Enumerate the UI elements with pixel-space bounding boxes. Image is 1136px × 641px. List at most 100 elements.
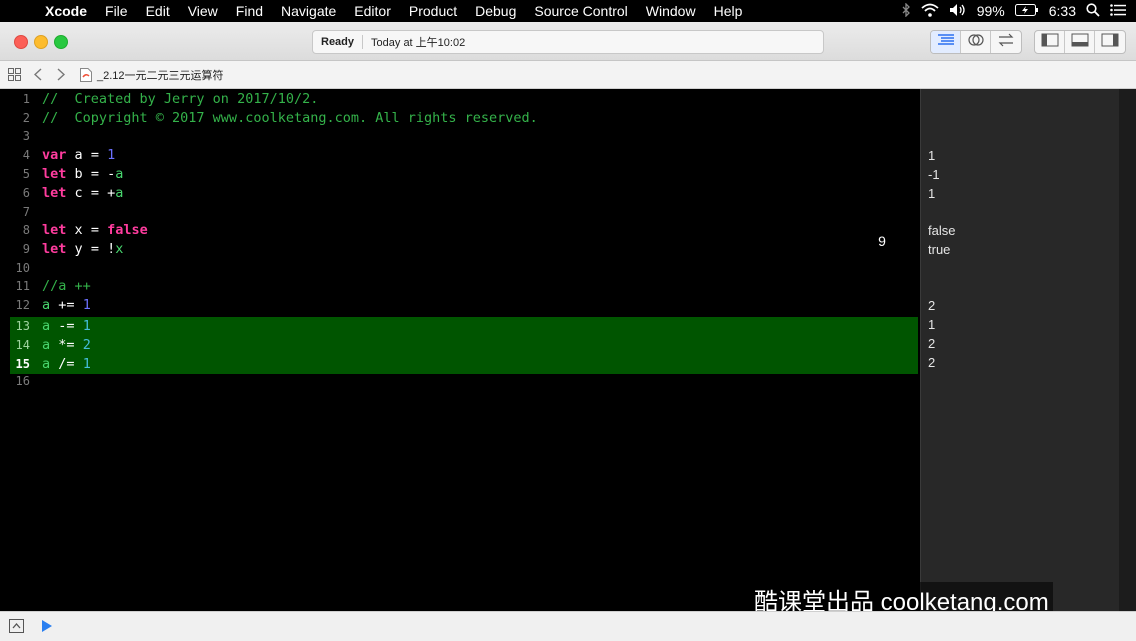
line-number[interactable]: 1 <box>0 90 30 109</box>
code-line: 10 <box>0 259 920 278</box>
results-sidebar: 1 -1 1 false true 2 1 2 2 <box>920 89 1136 611</box>
code-line: 5 let b = -a <box>0 165 920 184</box>
menu-product[interactable]: Product <box>400 3 466 19</box>
zoom-window-button[interactable] <box>54 35 68 49</box>
toggle-debug-area-button[interactable] <box>1065 31 1095 53</box>
menu-navigate[interactable]: Navigate <box>272 3 345 19</box>
related-items-icon[interactable] <box>8 61 21 88</box>
line-number[interactable]: 2 <box>0 109 30 128</box>
line-number[interactable]: 4 <box>0 146 30 165</box>
result-row: 2 <box>928 353 1132 372</box>
code-text[interactable]: let c = +a <box>42 184 123 203</box>
editor-mode-group <box>930 30 1022 54</box>
result-row: false <box>928 221 1132 240</box>
result-row: -1 <box>928 165 1132 184</box>
code-text[interactable]: let x = false <box>42 221 148 240</box>
code-text[interactable]: // Created by Jerry on 2017/10/2. <box>42 90 318 109</box>
line-number[interactable]: 14 <box>0 336 30 355</box>
line-number[interactable]: 6 <box>0 184 30 203</box>
result-value: 1 <box>928 317 936 332</box>
code-text[interactable]: // Copyright © 2017 www.coolketang.com. … <box>42 109 538 128</box>
back-chevron-icon[interactable] <box>34 61 42 88</box>
clock[interactable]: 6:33 <box>1049 3 1076 19</box>
code-text[interactable]: a -= 1 <box>42 317 91 336</box>
spotlight-search-icon[interactable] <box>1086 2 1100 20</box>
line-number[interactable]: 13 <box>0 317 30 336</box>
result-row: 2 <box>928 334 1132 353</box>
line-number[interactable]: 9 <box>0 240 30 259</box>
code-line-highlighted: 14 a *= 2 <box>10 336 918 355</box>
code-line: 4 var a = 1 <box>0 146 920 165</box>
menu-file[interactable]: File <box>96 3 137 19</box>
result-value: -1 <box>928 167 940 182</box>
toggle-navigator-button[interactable] <box>1035 31 1065 53</box>
menu-xcode[interactable]: Xcode <box>36 3 96 19</box>
code-line: 6 let c = +a <box>0 184 920 203</box>
forward-chevron-icon[interactable] <box>57 61 65 88</box>
menu-help[interactable]: Help <box>705 3 752 19</box>
code-text[interactable]: let y = !x <box>42 240 123 259</box>
code-line: 16 <box>0 372 920 391</box>
wifi-icon[interactable] <box>921 3 939 20</box>
code-text[interactable]: a += 1 <box>42 296 91 315</box>
close-window-button[interactable] <box>14 35 28 49</box>
notification-center-icon[interactable] <box>1110 3 1126 19</box>
playground-file-icon <box>80 61 92 88</box>
result-value: 1 <box>928 148 936 163</box>
result-row: 1 <box>928 315 1132 334</box>
window-toolbar: Ready Today at 上午10:02 <box>0 22 1136 61</box>
battery-icon[interactable] <box>1014 3 1039 19</box>
menu-source-control[interactable]: Source Control <box>525 3 636 19</box>
code-line: 2 // Copyright © 2017 www.coolketang.com… <box>0 109 920 128</box>
menu-window[interactable]: Window <box>637 3 705 19</box>
panel-toggle-group <box>1034 30 1126 54</box>
code-text[interactable]: a *= 2 <box>42 336 91 355</box>
jump-bar: _2.12一元二元三元运算符 <box>0 61 1136 89</box>
breadcrumb-filename[interactable]: _2.12一元二元三元运算符 <box>97 61 224 88</box>
menu-editor[interactable]: Editor <box>345 3 400 19</box>
execution-count-badge[interactable]: 9 <box>868 227 896 255</box>
version-editor-icon <box>997 33 1015 52</box>
hide-debug-area-icon[interactable] <box>9 619 24 638</box>
menu-edit[interactable]: Edit <box>137 3 179 19</box>
activity-status-bar: Ready Today at 上午10:02 <box>312 30 824 54</box>
result-value: 2 <box>928 355 936 370</box>
menu-debug[interactable]: Debug <box>466 3 525 19</box>
line-number[interactable]: 8 <box>0 221 30 240</box>
code-line: 9 let y = !x <box>0 240 920 259</box>
volume-icon[interactable] <box>949 3 967 20</box>
toggle-utilities-button[interactable] <box>1095 31 1125 53</box>
result-row: 1 <box>928 184 1132 203</box>
result-value: 2 <box>928 298 936 313</box>
vertical-scrollbar[interactable] <box>1119 89 1136 611</box>
bluetooth-icon[interactable] <box>901 1 911 20</box>
status-text: Ready <box>321 36 355 48</box>
code-text[interactable]: var a = 1 <box>42 146 115 165</box>
code-line: 12 a += 1 <box>0 296 920 315</box>
code-line: 11 //a ++ <box>0 277 920 296</box>
result-value: 2 <box>928 336 936 351</box>
line-number[interactable]: 5 <box>0 165 30 184</box>
standard-editor-button[interactable] <box>931 31 961 53</box>
code-line: 7 <box>0 203 920 222</box>
menu-view[interactable]: View <box>179 3 227 19</box>
line-number[interactable]: 16 <box>0 372 30 391</box>
debug-area-panel-icon <box>1071 33 1089 52</box>
minimize-window-button[interactable] <box>34 35 48 49</box>
result-value: true <box>928 242 951 257</box>
line-number[interactable]: 3 <box>0 127 30 146</box>
line-number[interactable]: 11 <box>0 277 30 296</box>
result-value: false <box>928 223 956 238</box>
menu-find[interactable]: Find <box>227 3 272 19</box>
code-text[interactable]: let b = -a <box>42 165 123 184</box>
battery-percent: 99% <box>976 3 1005 19</box>
source-editor[interactable]: 1 // Created by Jerry on 2017/10/2. 2 //… <box>0 89 920 611</box>
code-line: 3 <box>0 127 920 146</box>
code-text[interactable]: //a ++ <box>42 277 91 296</box>
line-number[interactable]: 12 <box>0 296 30 315</box>
line-number[interactable]: 10 <box>0 259 30 278</box>
assistant-editor-button[interactable] <box>961 31 991 53</box>
version-editor-button[interactable] <box>991 31 1021 53</box>
line-number[interactable]: 7 <box>0 203 30 222</box>
run-playground-icon[interactable] <box>41 619 53 638</box>
